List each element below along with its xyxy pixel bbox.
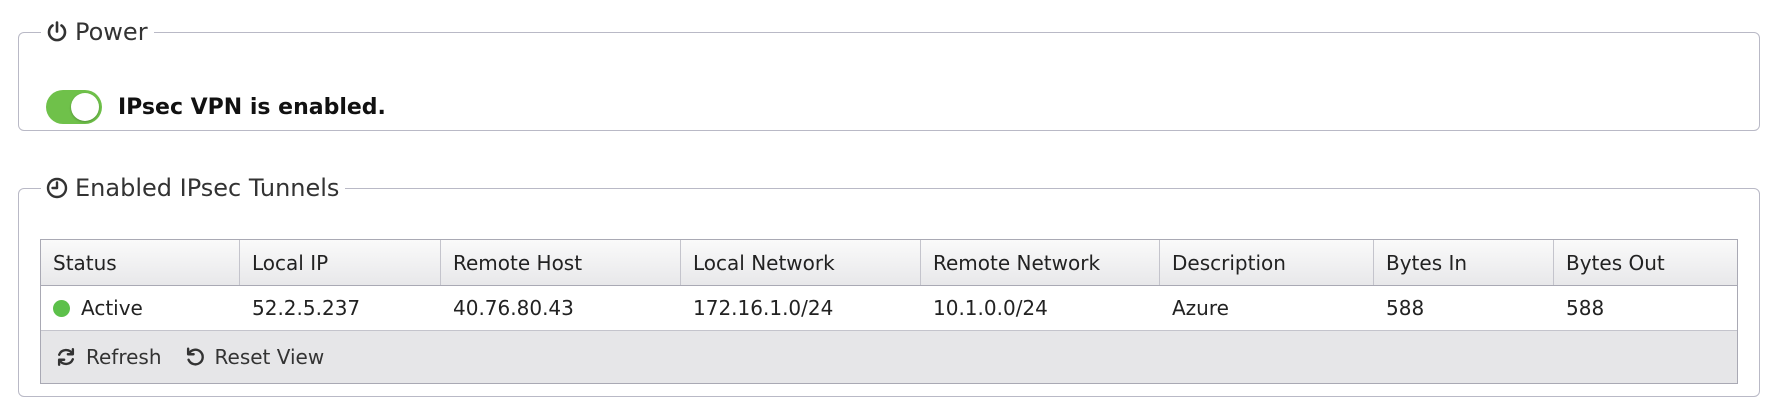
tunnels-legend-label: Enabled IPsec Tunnels [75,174,340,202]
power-row: IPsec VPN is enabled. [46,90,386,124]
cell-remote-network: 10.1.0.0/24 [933,296,1048,320]
cell-bytes-out: 588 [1566,296,1605,320]
tunnels-table: Status Local IP Remote Host Local Networ… [40,239,1738,384]
status-label: Active [81,296,143,320]
tunnels-legend: Enabled IPsec Tunnels [41,174,345,202]
power-panel: Power IPsec VPN is enabled. [18,18,1760,131]
undo-icon [184,346,206,368]
power-legend: Power [41,18,154,46]
column-header-remote-network[interactable]: Remote Network [921,240,1160,285]
vpn-enable-toggle[interactable] [46,90,102,124]
tunnels-panel: Enabled IPsec Tunnels Status Local IP Re… [18,174,1760,397]
cell-remote-host: 40.76.80.43 [453,296,574,320]
cell-local-ip: 52.2.5.237 [252,296,361,320]
cell-bytes-in: 588 [1386,296,1425,320]
table-header: Status Local IP Remote Host Local Networ… [41,240,1737,286]
column-header-bytes-out[interactable]: Bytes Out [1554,240,1737,285]
page: Power IPsec VPN is enabled. Enabled IPse… [0,0,1770,408]
column-header-bytes-in[interactable]: Bytes In [1374,240,1554,285]
vpn-status-text: IPsec VPN is enabled. [118,94,386,120]
clock-icon [45,176,69,200]
status-active-dot-icon [53,299,70,317]
column-header-local-network[interactable]: Local Network [681,240,921,285]
power-icon [45,20,69,44]
cell-local-network: 172.16.1.0/24 [693,296,834,320]
column-header-local-ip[interactable]: Local IP [240,240,441,285]
column-header-description[interactable]: Description [1160,240,1374,285]
table-row[interactable]: Active 52.2.5.237 40.76.80.43 172.16.1.0… [41,286,1737,331]
reset-view-label: Reset View [214,345,325,369]
refresh-label: Refresh [86,345,162,369]
cell-status: Active [41,286,240,330]
power-legend-label: Power [75,18,148,46]
column-header-remote-host[interactable]: Remote Host [441,240,681,285]
refresh-button[interactable]: Refresh [55,345,162,369]
toggle-knob [71,93,99,121]
refresh-icon [55,346,77,368]
reset-view-button[interactable]: Reset View [184,345,325,369]
cell-description: Azure [1172,296,1229,320]
column-header-status[interactable]: Status [41,240,240,285]
table-toolbar: Refresh Reset View [41,331,1737,383]
